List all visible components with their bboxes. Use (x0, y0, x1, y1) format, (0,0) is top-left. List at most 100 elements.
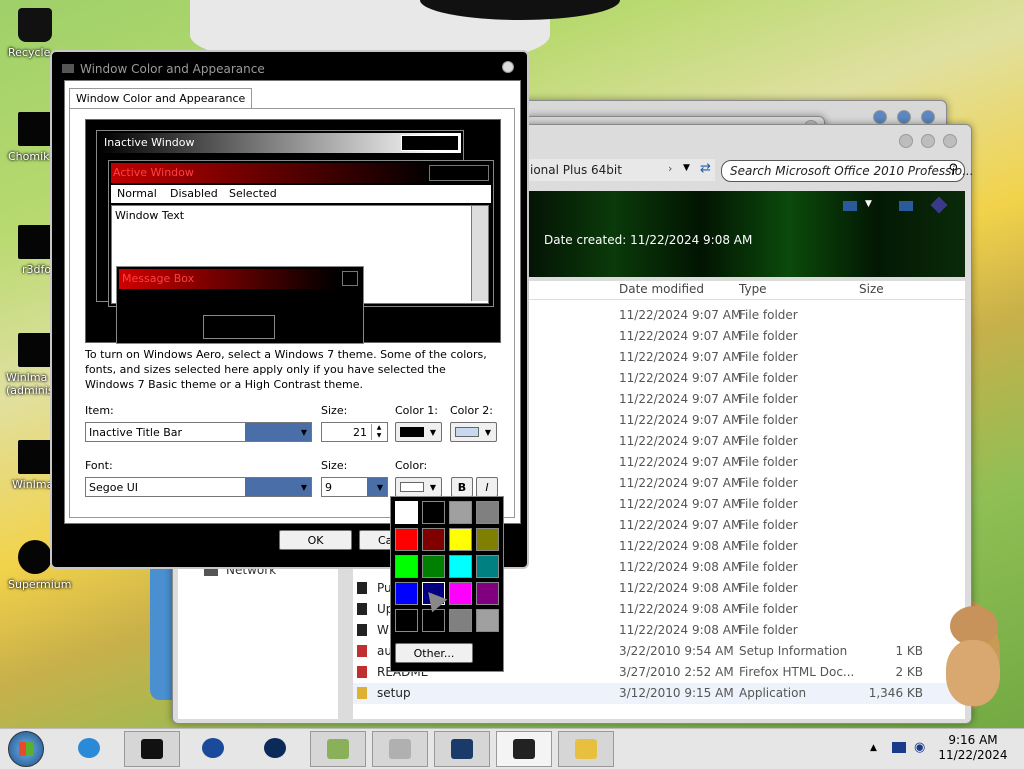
font-size-label: Size: (321, 459, 348, 472)
color-swatch[interactable] (476, 582, 499, 605)
item-size-stepper[interactable]: 21 ▲ ▼ (321, 422, 388, 442)
color-swatch[interactable] (395, 609, 418, 632)
taskbar-explorer[interactable] (558, 731, 614, 767)
ok-button[interactable]: OK (279, 530, 352, 550)
taskbar-ie[interactable] (62, 731, 118, 767)
recycle-bin-icon (18, 8, 52, 42)
close-icon[interactable] (502, 61, 514, 73)
stepper-arrows-icon[interactable]: ▲ ▼ (371, 424, 386, 440)
color-swatch[interactable] (476, 501, 499, 524)
taskbar-media-player[interactable] (186, 731, 242, 767)
display-icon (451, 739, 473, 759)
chevron-down-icon[interactable]: ▼ (683, 163, 690, 173)
address-bar[interactable]: ional Plus 64bit › ▼ ⇄ (525, 159, 715, 181)
show-hidden-icons[interactable]: ▲ (870, 743, 877, 753)
color-swatch[interactable] (476, 609, 499, 632)
table-row[interactable]: setup 3/12/2010 9:15 AM Application 1,346 K… (353, 683, 963, 704)
start-button[interactable] (8, 731, 44, 767)
taskbar-app-2[interactable] (310, 731, 366, 767)
color-swatch[interactable] (476, 555, 499, 578)
app-icon (18, 440, 52, 474)
cell-type: File folder (739, 539, 798, 553)
network-tray-icon[interactable] (892, 742, 906, 753)
minimize-icon[interactable] (899, 134, 913, 148)
search-icon[interactable]: ⚲ (948, 162, 958, 177)
preview-message-title-bar[interactable]: Message Box (119, 269, 361, 289)
dialog-title: Window Color and Appearance (80, 62, 265, 76)
chevron-down-icon[interactable] (245, 423, 311, 441)
search-box[interactable]: Search Microsoft Office 2010 Professio..… (721, 160, 974, 182)
search-input[interactable]: Search Microsoft Office 2010 Professio..… (730, 164, 974, 178)
view-icon[interactable] (843, 201, 857, 211)
color-swatch[interactable] (449, 582, 472, 605)
cell-type: Firefox HTML Doc... (739, 665, 855, 679)
cell-type: File folder (739, 329, 798, 343)
preview-pane-icon[interactable] (899, 201, 913, 211)
tab-window-color[interactable]: Window Color and Appearance (69, 88, 253, 109)
tray-clock[interactable]: 9:16 AM 11/22/2024 (930, 733, 1016, 763)
font-dropdown[interactable]: Segoe UI (85, 477, 312, 497)
color-swatch[interactable] (395, 528, 418, 551)
color-swatch[interactable] (476, 528, 499, 551)
chevron-down-icon[interactable] (245, 478, 311, 496)
color-swatch[interactable] (395, 501, 418, 524)
item-dropdown[interactable]: Inactive Title Bar (85, 422, 312, 442)
column-header-size[interactable]: Size (859, 282, 884, 296)
color-palette-popup[interactable]: Other... (390, 496, 504, 672)
folder-icon (357, 624, 367, 636)
cell-size: 1,346 KB (868, 686, 923, 700)
color-swatch[interactable] (422, 555, 445, 578)
preview-inactive-title-bar[interactable]: Inactive Window (99, 133, 461, 153)
taskbar-app-5[interactable] (496, 731, 552, 767)
italic-button[interactable]: I (476, 477, 498, 497)
chevron-down-icon: ▼ (484, 428, 491, 437)
chevron-down-icon[interactable]: ▼ (865, 199, 872, 209)
color2-button[interactable]: ▼ (450, 422, 497, 442)
color-swatch[interactable] (395, 555, 418, 578)
globe-icon (264, 738, 286, 758)
color-swatch[interactable] (449, 528, 472, 551)
cell-type: File folder (739, 413, 798, 427)
color-swatch[interactable] (422, 528, 445, 551)
color-swatch[interactable] (449, 609, 472, 632)
preview-scrollbar[interactable] (471, 206, 488, 301)
font-size-dropdown[interactable]: 9 (321, 477, 388, 497)
cell-type: File folder (739, 518, 798, 532)
minimize-icon[interactable] (873, 110, 887, 124)
close-icon[interactable] (943, 134, 957, 148)
preview-message-box[interactable]: Message Box (116, 266, 364, 344)
color-swatch[interactable] (449, 555, 472, 578)
color1-button[interactable]: ▼ (395, 422, 442, 442)
item-label: Item: (85, 404, 114, 417)
column-header-date[interactable]: Date modified (619, 282, 704, 296)
color-swatch[interactable] (449, 501, 472, 524)
color-swatch[interactable] (422, 501, 445, 524)
media-player-icon (202, 738, 224, 758)
taskbar-app-1[interactable] (124, 731, 180, 767)
column-header-type[interactable]: Type (739, 282, 767, 296)
maximize-icon[interactable] (897, 110, 911, 124)
window-color-dialog[interactable]: Window Color and Appearance Window Color… (50, 50, 529, 569)
control-panel-icon (389, 739, 411, 759)
help-icon[interactable] (930, 196, 948, 214)
maximize-icon[interactable] (921, 134, 935, 148)
preview-menu-bar[interactable]: Normal Disabled Selected (111, 185, 491, 203)
item-size-label: Size: (321, 404, 348, 417)
other-color-button[interactable]: Other... (395, 643, 473, 663)
color-swatch[interactable] (422, 609, 445, 632)
color-swatch[interactable] (395, 582, 418, 605)
taskbar-app-4[interactable] (434, 731, 490, 767)
preview-message-button[interactable] (203, 315, 275, 339)
cell-date: 11/22/2024 9:07 AM (619, 434, 742, 448)
font-color-button[interactable]: ▼ (395, 477, 442, 497)
refresh-icon[interactable]: ⇄ (700, 161, 711, 176)
chevron-down-icon[interactable] (367, 478, 387, 496)
close-icon[interactable] (921, 110, 935, 124)
taskbar-browser[interactable] (248, 731, 304, 767)
volume-icon[interactable]: ◉ (914, 740, 925, 755)
bold-button[interactable]: B (451, 477, 473, 497)
preview-active-title-bar[interactable]: Active Window (111, 163, 491, 183)
appearance-preview[interactable]: Inactive Window Active Window Normal Dis… (85, 119, 501, 344)
hamster-gadget[interactable] (942, 606, 1004, 708)
taskbar-app-3[interactable] (372, 731, 428, 767)
